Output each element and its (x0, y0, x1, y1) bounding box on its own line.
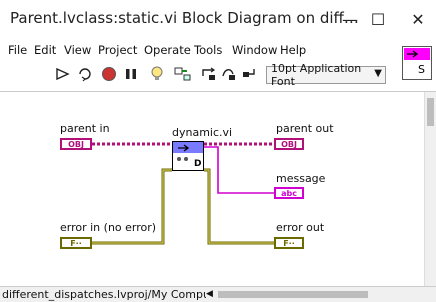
wires (92, 142, 274, 245)
status-bar: different_dispatches.lvproj/My Computer … (0, 286, 436, 302)
horizontal-scrollbar[interactable]: ◀ (206, 289, 424, 300)
dynamic-vi-node[interactable]: D (172, 141, 204, 171)
string-wire[interactable] (204, 146, 274, 194)
parent-out-terminal-text: OBJ (281, 139, 297, 149)
error-out-terminal[interactable]: F·· (274, 237, 304, 249)
error-out-terminal-text: F·· (283, 238, 295, 248)
parent-in-label: parent in (60, 122, 110, 135)
message-terminal-text: abc (281, 188, 297, 198)
subvi-dots-icon (177, 157, 188, 161)
vertical-scrollbar[interactable] (424, 92, 436, 286)
subvi-label: dynamic.vi (172, 126, 233, 139)
error-in-terminal[interactable]: F·· (60, 237, 92, 249)
horizontal-scroll-thumb[interactable] (218, 291, 368, 298)
message-terminal[interactable]: abc (274, 187, 304, 199)
error-in-terminal-text: F·· (70, 238, 82, 248)
dynamic-dispatch-badge: D (194, 159, 202, 169)
error-in-label: error in (no error) (60, 221, 157, 234)
subvi-arrow-icon (178, 144, 190, 152)
scroll-left-icon[interactable]: ◀ (206, 289, 213, 299)
error-out-label: error out (276, 221, 325, 234)
parent-in-terminal[interactable]: OBJ (60, 138, 92, 150)
project-path: different_dispatches.lvproj/My Computer (2, 288, 226, 301)
message-label: message (276, 172, 326, 185)
vertical-scroll-thumb[interactable] (427, 98, 434, 126)
parent-in-terminal-text: OBJ (68, 139, 84, 149)
parent-out-label: parent out (276, 122, 334, 135)
parent-out-terminal[interactable]: OBJ (274, 138, 304, 150)
